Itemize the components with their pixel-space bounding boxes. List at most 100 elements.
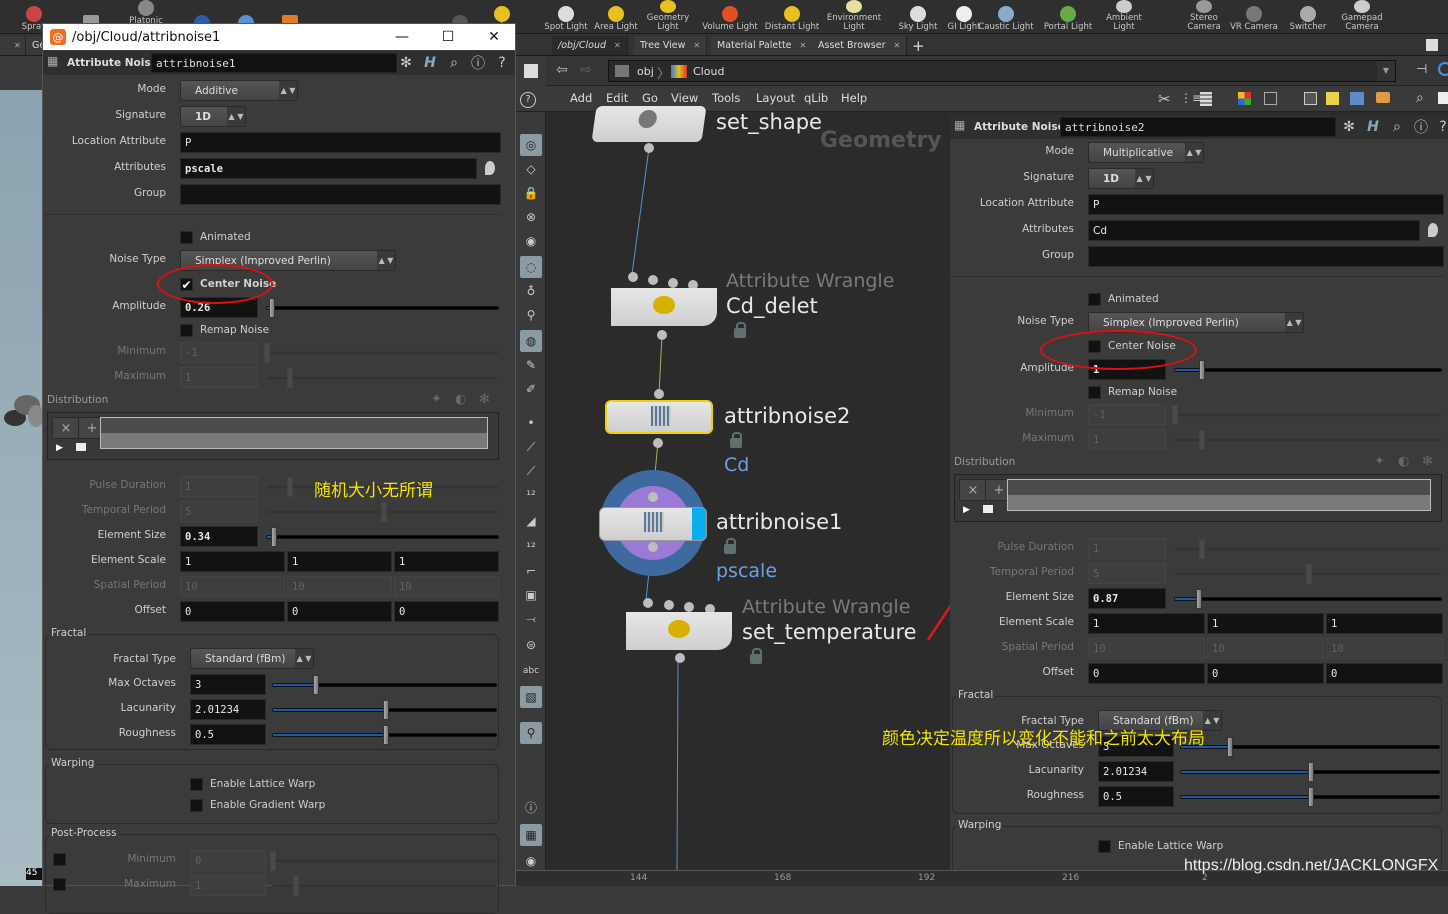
minimum-field[interactable]: -1 [180, 342, 258, 363]
signature-menu[interactable]: 1D ▲ ▼ [180, 106, 246, 127]
scene-viewport[interactable]: 45 [0, 90, 44, 886]
element-scale-field-z[interactable]: 1 [1326, 613, 1443, 634]
spatial-period-field-x[interactable]: 10 [180, 576, 285, 597]
toolstrip-tool-icon[interactable]: ⊜ [520, 634, 542, 656]
slider-handle[interactable] [1199, 360, 1205, 380]
shelf-tool-environment-light[interactable]: Environment Light [826, 0, 882, 34]
toolstrip-tool-icon[interactable]: ▧ [520, 686, 542, 708]
shelf-tool-vr-camera[interactable]: VR Camera [1226, 0, 1282, 34]
spatial-period-field-y[interactable]: 10 [1207, 638, 1324, 659]
pin-icon[interactable]: ⊣ [1416, 62, 1427, 77]
node-output-connector[interactable] [648, 542, 658, 552]
shelf-tool-stereo-camera[interactable]: Stereo Camera [1176, 0, 1232, 34]
toolstrip-tool-icon[interactable]: ⚲ [520, 722, 542, 744]
toolstrip-tool-icon[interactable]: ⤙ [520, 608, 542, 630]
element-scale-field-y[interactable]: 1 [1207, 613, 1324, 634]
close-icon[interactable]: ✕ [693, 41, 700, 50]
menu-layout[interactable]: Layout [756, 91, 795, 105]
toolstrip-tool-icon[interactable]: ⓘ [520, 796, 542, 818]
add-tab-button[interactable]: + [906, 36, 931, 55]
remap-noise-checkbox[interactable] [180, 324, 193, 337]
slider-handle[interactable] [313, 675, 319, 695]
toolstrip-tool-icon[interactable]: ◍ [520, 330, 542, 352]
info-icon[interactable]: ⓘ [469, 54, 487, 72]
slider-handle[interactable] [269, 298, 275, 318]
lock-icon[interactable] [730, 432, 742, 448]
slider-handle[interactable] [381, 502, 387, 522]
tab-tree-view[interactable]: Tree View ✕ [634, 36, 708, 55]
search-icon[interactable]: ⌕ [1416, 90, 1424, 106]
ramp-bar[interactable] [1007, 479, 1431, 511]
back-arrow-icon[interactable]: ⇦ [556, 62, 568, 78]
gear-icon[interactable]: ✻ [479, 392, 490, 407]
temporal-period-field[interactable]: 5 [180, 501, 258, 522]
list-icon[interactable] [1200, 92, 1212, 106]
gear-icon[interactable]: ✻ [397, 54, 415, 72]
fractal-type-menu[interactable]: Standard (fBm) ▲ ▼ [190, 648, 314, 669]
menu-view[interactable]: View [671, 91, 698, 105]
node-set-shape[interactable] [591, 106, 707, 142]
node-name-field[interactable]: attribnoise2 [1060, 117, 1336, 137]
network-view-icon[interactable] [1438, 62, 1448, 76]
signature-menu[interactable]: 1D ▲ ▼ [1088, 168, 1154, 189]
post-maximum-slider[interactable] [272, 876, 497, 896]
hscript-icon[interactable]: H [421, 54, 439, 72]
toolstrip-tool-icon[interactable]: ◢ [520, 510, 542, 532]
menu-go[interactable]: Go [642, 91, 658, 105]
shelf-tool-caustic-light[interactable]: Caustic Light [978, 0, 1034, 34]
shelf-tool-distant-light[interactable]: Distant Light [764, 0, 820, 34]
network-box-icon[interactable] [1304, 92, 1317, 105]
slider-handle[interactable] [1196, 589, 1202, 609]
max-octaves-slider[interactable] [1180, 737, 1440, 757]
shape-palette-icon[interactable] [1264, 92, 1277, 105]
forward-arrow-icon[interactable]: ⇨ [580, 62, 592, 78]
window-titlebar[interactable]: @ /obj/Cloud/attribnoise1 — ☐ ✕ [43, 24, 515, 50]
slider-handle[interactable] [271, 527, 277, 547]
roughness-slider[interactable] [1180, 787, 1440, 807]
offset-field-z[interactable]: 0 [1326, 663, 1443, 684]
maximum-slider[interactable] [1174, 430, 1442, 450]
node-input-connector[interactable] [664, 600, 674, 610]
add-image-icon[interactable] [1350, 92, 1364, 105]
remove-key-button[interactable]: × [959, 479, 987, 501]
slider-handle[interactable] [1227, 737, 1233, 757]
attributes-field[interactable]: pscale [180, 158, 477, 179]
pane-maximize-icon[interactable] [1426, 39, 1438, 51]
operator-icon[interactable]: ▦ [47, 54, 63, 70]
element-size-slider[interactable] [1174, 589, 1442, 609]
node-set-temperature[interactable] [626, 612, 732, 650]
temporal-period-slider[interactable] [1174, 564, 1442, 584]
network-graph[interactable]: Geometry set_shape Attribute Wrangle Cd_… [548, 106, 948, 870]
mode-menu[interactable]: Multiplicative ▲ ▼ [1088, 142, 1204, 163]
element-scale-field-y[interactable]: 1 [287, 551, 392, 572]
slider-handle[interactable] [383, 725, 389, 745]
node-input-connector[interactable] [654, 389, 664, 399]
toolstrip-tool-icon[interactable]: ✐ [520, 378, 542, 400]
maximum-field[interactable]: 1 [1088, 429, 1166, 450]
shelf-tool-geometry-light[interactable]: Geometry Light [640, 0, 696, 34]
shelf-tool-spot-light[interactable]: Spot Light [538, 0, 594, 34]
offset-field-x[interactable]: 0 [1088, 663, 1205, 684]
toolstrip-tool-icon[interactable]: ▣ [520, 584, 542, 606]
shelf-tool-area-light[interactable]: Area Light [588, 0, 644, 34]
pulse-duration-slider[interactable] [1174, 539, 1442, 559]
search-icon[interactable]: ⌕ [445, 54, 463, 72]
close-icon[interactable]: ✕ [800, 41, 807, 50]
roughness-slider[interactable] [272, 725, 497, 745]
node-output-connector[interactable] [657, 330, 667, 340]
distribution-ramp[interactable]: × + ▶ [47, 412, 499, 460]
gear-icon[interactable]: ✻ [1340, 118, 1358, 136]
toolstrip-tool-icon[interactable]: ⌐ [520, 560, 542, 582]
frame-icon[interactable] [983, 505, 993, 513]
post-minimum-slider[interactable] [270, 851, 497, 871]
slider-handle[interactable] [270, 851, 276, 871]
element-size-field[interactable]: 0.34 [180, 526, 258, 547]
slider-handle[interactable] [264, 343, 270, 363]
slider-handle[interactable] [293, 876, 299, 896]
amplitude-slider[interactable] [266, 298, 499, 318]
toolstrip-tool-icon[interactable]: ⚲ [520, 304, 542, 326]
subnet-icon[interactable] [1376, 92, 1390, 103]
spatial-period-field-z[interactable]: 10 [394, 576, 499, 597]
spatial-period-field-x[interactable]: 10 [1088, 638, 1205, 659]
menu-qlib[interactable]: qLib [804, 91, 828, 105]
